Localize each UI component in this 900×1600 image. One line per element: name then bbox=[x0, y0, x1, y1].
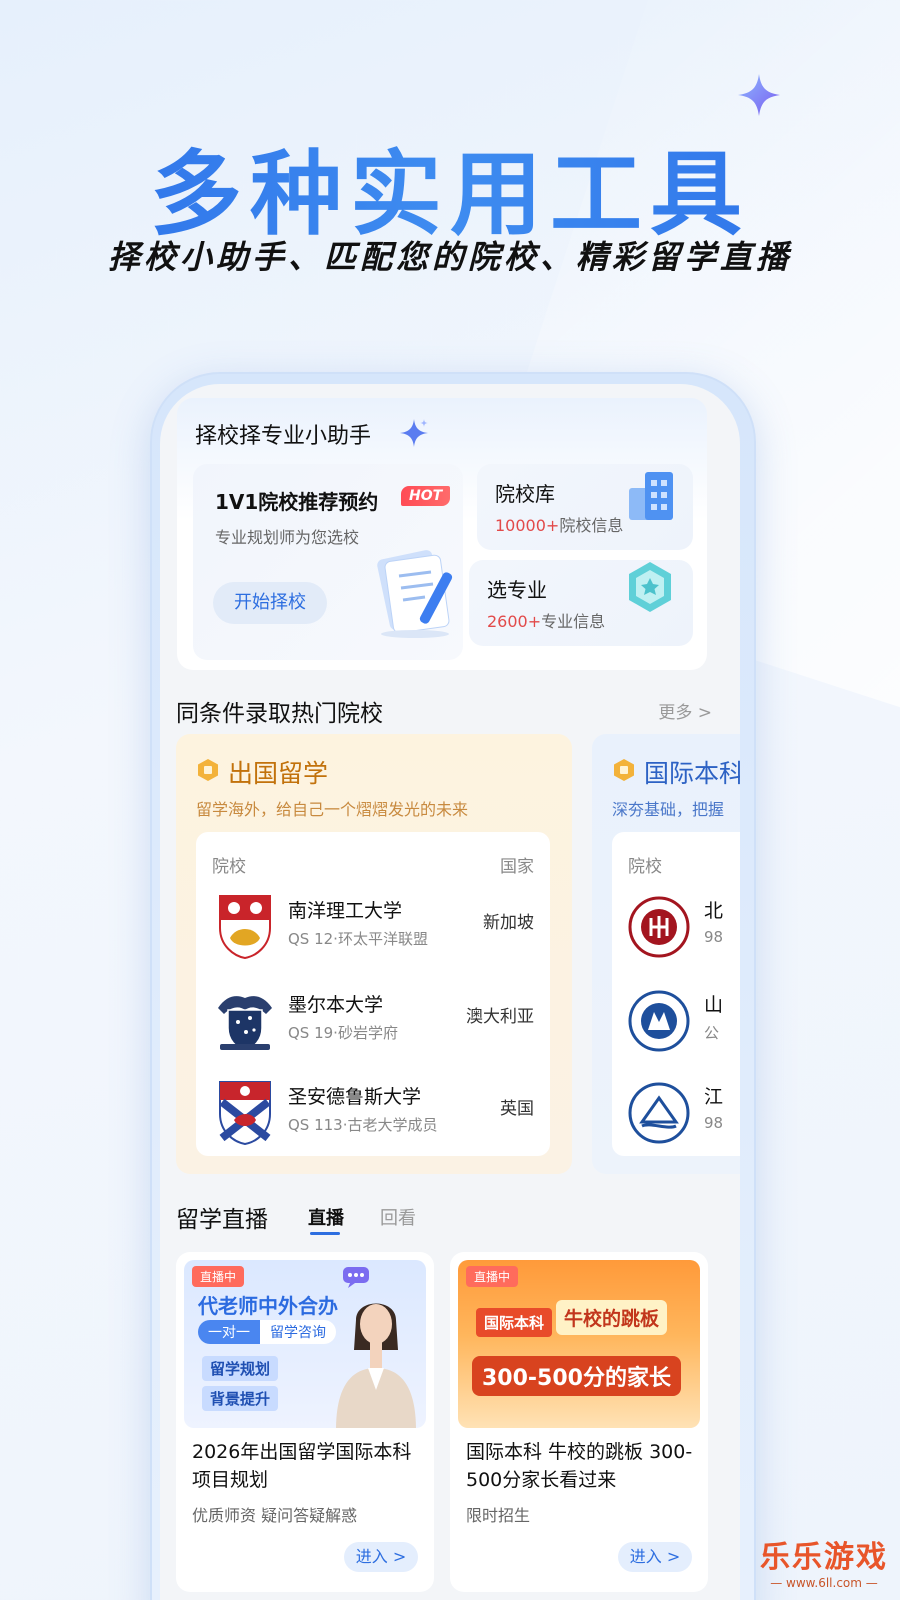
poster-pill: 一对一 留学咨询 bbox=[198, 1320, 336, 1344]
live-card-desc: 限时招生 bbox=[466, 1506, 531, 1525]
school-country: 新加坡 bbox=[483, 913, 534, 933]
school-name: 墨尔本大学 bbox=[288, 994, 384, 1016]
category-carousel[interactable]: 出国留学 留学海外，给自己一个熠熠发光的未来 院校 国家 南洋理工大学 QS 1… bbox=[176, 734, 740, 1174]
school-meta: 98 bbox=[704, 928, 724, 946]
column-header-school: 院校 bbox=[212, 857, 246, 877]
enter-button[interactable]: 进入 > bbox=[618, 1542, 692, 1572]
live-card-title: 2026年出国留学国际本科项目规划 bbox=[192, 1441, 412, 1491]
poster-chip: 留学规划 bbox=[202, 1356, 279, 1381]
live-card[interactable]: 直播中 代老师中外合办 一对一 留学咨询 留学规划 背景提升 2026年出国留学国… bbox=[176, 1252, 434, 1592]
document-pen-icon bbox=[377, 550, 453, 638]
school-meta: 98 bbox=[704, 1114, 724, 1132]
school-country: 英国 bbox=[500, 1099, 534, 1119]
school-helper-card: 择校择专业小助手 1V1院校推荐预约 HOT 专业规划师为您选校 开始择校 院校… bbox=[177, 398, 707, 670]
school-row[interactable]: 墨尔本大学 QS 19·砂岩学府 澳大利亚 bbox=[196, 982, 550, 1074]
poster-tag: 牛校的跳板 bbox=[556, 1300, 668, 1335]
sparkle-icon bbox=[738, 74, 780, 116]
school-db-title: 院校库 bbox=[495, 482, 555, 506]
school-row[interactable]: 山 公 bbox=[612, 982, 740, 1074]
category-desc: 深夯基础，把握 bbox=[612, 800, 725, 819]
school-name: 南洋理工大学 bbox=[288, 900, 403, 922]
booking-desc: 专业规划师为您选校 bbox=[215, 528, 360, 547]
school-name: 江 bbox=[704, 1086, 724, 1108]
live-poster: 直播中 国际本科 牛校的跳板 300-500分的家长 bbox=[458, 1260, 700, 1428]
school-database-tile[interactable]: 院校库 10000+院校信息 bbox=[477, 464, 693, 550]
hexagon-icon bbox=[198, 759, 218, 781]
school-row[interactable]: 北 98 bbox=[612, 888, 740, 980]
live-title: 留学直播 bbox=[176, 1207, 268, 1233]
school-name: 山 bbox=[704, 994, 724, 1016]
poster-headline: 300-500分的家长 bbox=[472, 1356, 681, 1396]
hot-schools-title: 同条件录取热门院校 bbox=[176, 701, 383, 727]
school-name: 圣安德鲁斯大学 bbox=[288, 1086, 422, 1108]
jiangnan-university-logo-icon bbox=[628, 1082, 690, 1144]
more-link[interactable]: 更多 > bbox=[658, 698, 712, 723]
column-header-school: 院校 bbox=[628, 857, 662, 877]
live-section-header: 留学直播 直播 回看 bbox=[160, 1200, 740, 1240]
choose-major-tile[interactable]: 选专业 2600+专业信息 bbox=[469, 560, 693, 646]
school-row[interactable]: 圣安德鲁斯大学 QS 113·古老大学成员 英国 bbox=[196, 1074, 550, 1166]
school-name: 北 bbox=[704, 900, 724, 922]
watermark-text: 乐乐游戏 bbox=[760, 1540, 888, 1575]
hero-subtitle: 择校小助手、匹配您的院校、精彩留学直播 bbox=[107, 238, 792, 276]
school-meta: QS 113·古老大学成员 bbox=[288, 1116, 438, 1134]
peking-university-logo-icon bbox=[628, 896, 690, 958]
live-card[interactable]: 直播中 国际本科 牛校的跳板 300-500分的家长 国际本科 牛校的跳板 30… bbox=[450, 1252, 708, 1592]
presenter-photo bbox=[336, 1303, 416, 1428]
app-screen: 择校择专业小助手 1V1院校推荐预约 HOT 专业规划师为您选校 开始择校 院校… bbox=[160, 384, 740, 1600]
badge-icon bbox=[629, 562, 671, 612]
poster-chip: 背景提升 bbox=[202, 1386, 279, 1411]
school-country: 澳大利亚 bbox=[466, 1007, 534, 1027]
category-title: 出国留学 bbox=[228, 759, 329, 788]
school-row[interactable]: 南洋理工大学 QS 12·环太平洋联盟 新加坡 bbox=[196, 888, 550, 980]
melbourne-crest-icon bbox=[218, 996, 272, 1051]
hexagon-icon bbox=[614, 759, 634, 781]
ntu-crest-icon bbox=[219, 895, 271, 960]
school-list: 院校 国家 南洋理工大学 QS 12·环太平洋联盟 新加坡 墨尔本大学 QS 1… bbox=[196, 832, 550, 1156]
category-card-abroad[interactable]: 出国留学 留学海外，给自己一个熠熠发光的未来 院校 国家 南洋理工大学 QS 1… bbox=[176, 734, 572, 1174]
major-title: 选专业 bbox=[487, 578, 547, 602]
booking-tile[interactable]: 1V1院校推荐预约 HOT 专业规划师为您选校 开始择校 bbox=[193, 464, 463, 660]
school-list: 院校 北 98 山 公 江 98 bbox=[612, 832, 740, 1156]
poster-tag: 国际本科 bbox=[476, 1308, 553, 1337]
enter-button[interactable]: 进入 > bbox=[344, 1542, 418, 1572]
sparkle-icon bbox=[400, 419, 428, 447]
school-meta: QS 19·砂岩学府 bbox=[288, 1024, 398, 1042]
school-meta: QS 12·环太平洋联盟 bbox=[288, 930, 428, 948]
live-now-tag: 直播中 bbox=[192, 1266, 245, 1287]
watermark-url: — www.6ll.com — bbox=[770, 1576, 878, 1590]
shandong-university-logo-icon bbox=[628, 990, 690, 1052]
booking-title: 1V1院校推荐预约 bbox=[215, 490, 379, 514]
school-meta: 公 bbox=[704, 1024, 720, 1042]
column-header-country: 国家 bbox=[500, 857, 534, 877]
tab-live[interactable]: 直播 bbox=[308, 1204, 344, 1230]
category-title: 国际本科 bbox=[644, 759, 740, 788]
start-choose-button[interactable]: 开始择校 bbox=[213, 582, 327, 624]
category-desc: 留学海外，给自己一个熠熠发光的未来 bbox=[196, 800, 469, 819]
live-poster: 直播中 代老师中外合办 一对一 留学咨询 留学规划 背景提升 bbox=[184, 1260, 426, 1428]
school-db-subtitle: 10000+院校信息 bbox=[495, 516, 624, 535]
tab-underline bbox=[310, 1232, 340, 1235]
poster-headline: 代老师中外合办 bbox=[198, 1294, 338, 1318]
school-row[interactable]: 江 98 bbox=[612, 1074, 740, 1166]
live-now-tag: 直播中 bbox=[466, 1266, 519, 1287]
helper-title: 择校择专业小助手 bbox=[195, 424, 372, 449]
hot-badge: HOT bbox=[401, 486, 451, 506]
major-subtitle: 2600+专业信息 bbox=[487, 612, 606, 631]
live-card-desc: 优质师资 疑问答疑解惑 bbox=[192, 1506, 358, 1525]
st-andrews-crest-icon bbox=[219, 1081, 271, 1146]
site-watermark: 乐乐游戏 — www.6ll.com — bbox=[760, 1532, 888, 1590]
live-card-title: 国际本科 牛校的跳板 300-500分家长看过来 bbox=[466, 1441, 693, 1491]
category-card-intl[interactable]: 国际本科 深夯基础，把握 院校 北 98 山 公 江 98 bbox=[592, 734, 740, 1174]
tab-replay[interactable]: 回看 bbox=[380, 1204, 416, 1230]
building-icon bbox=[629, 472, 673, 520]
